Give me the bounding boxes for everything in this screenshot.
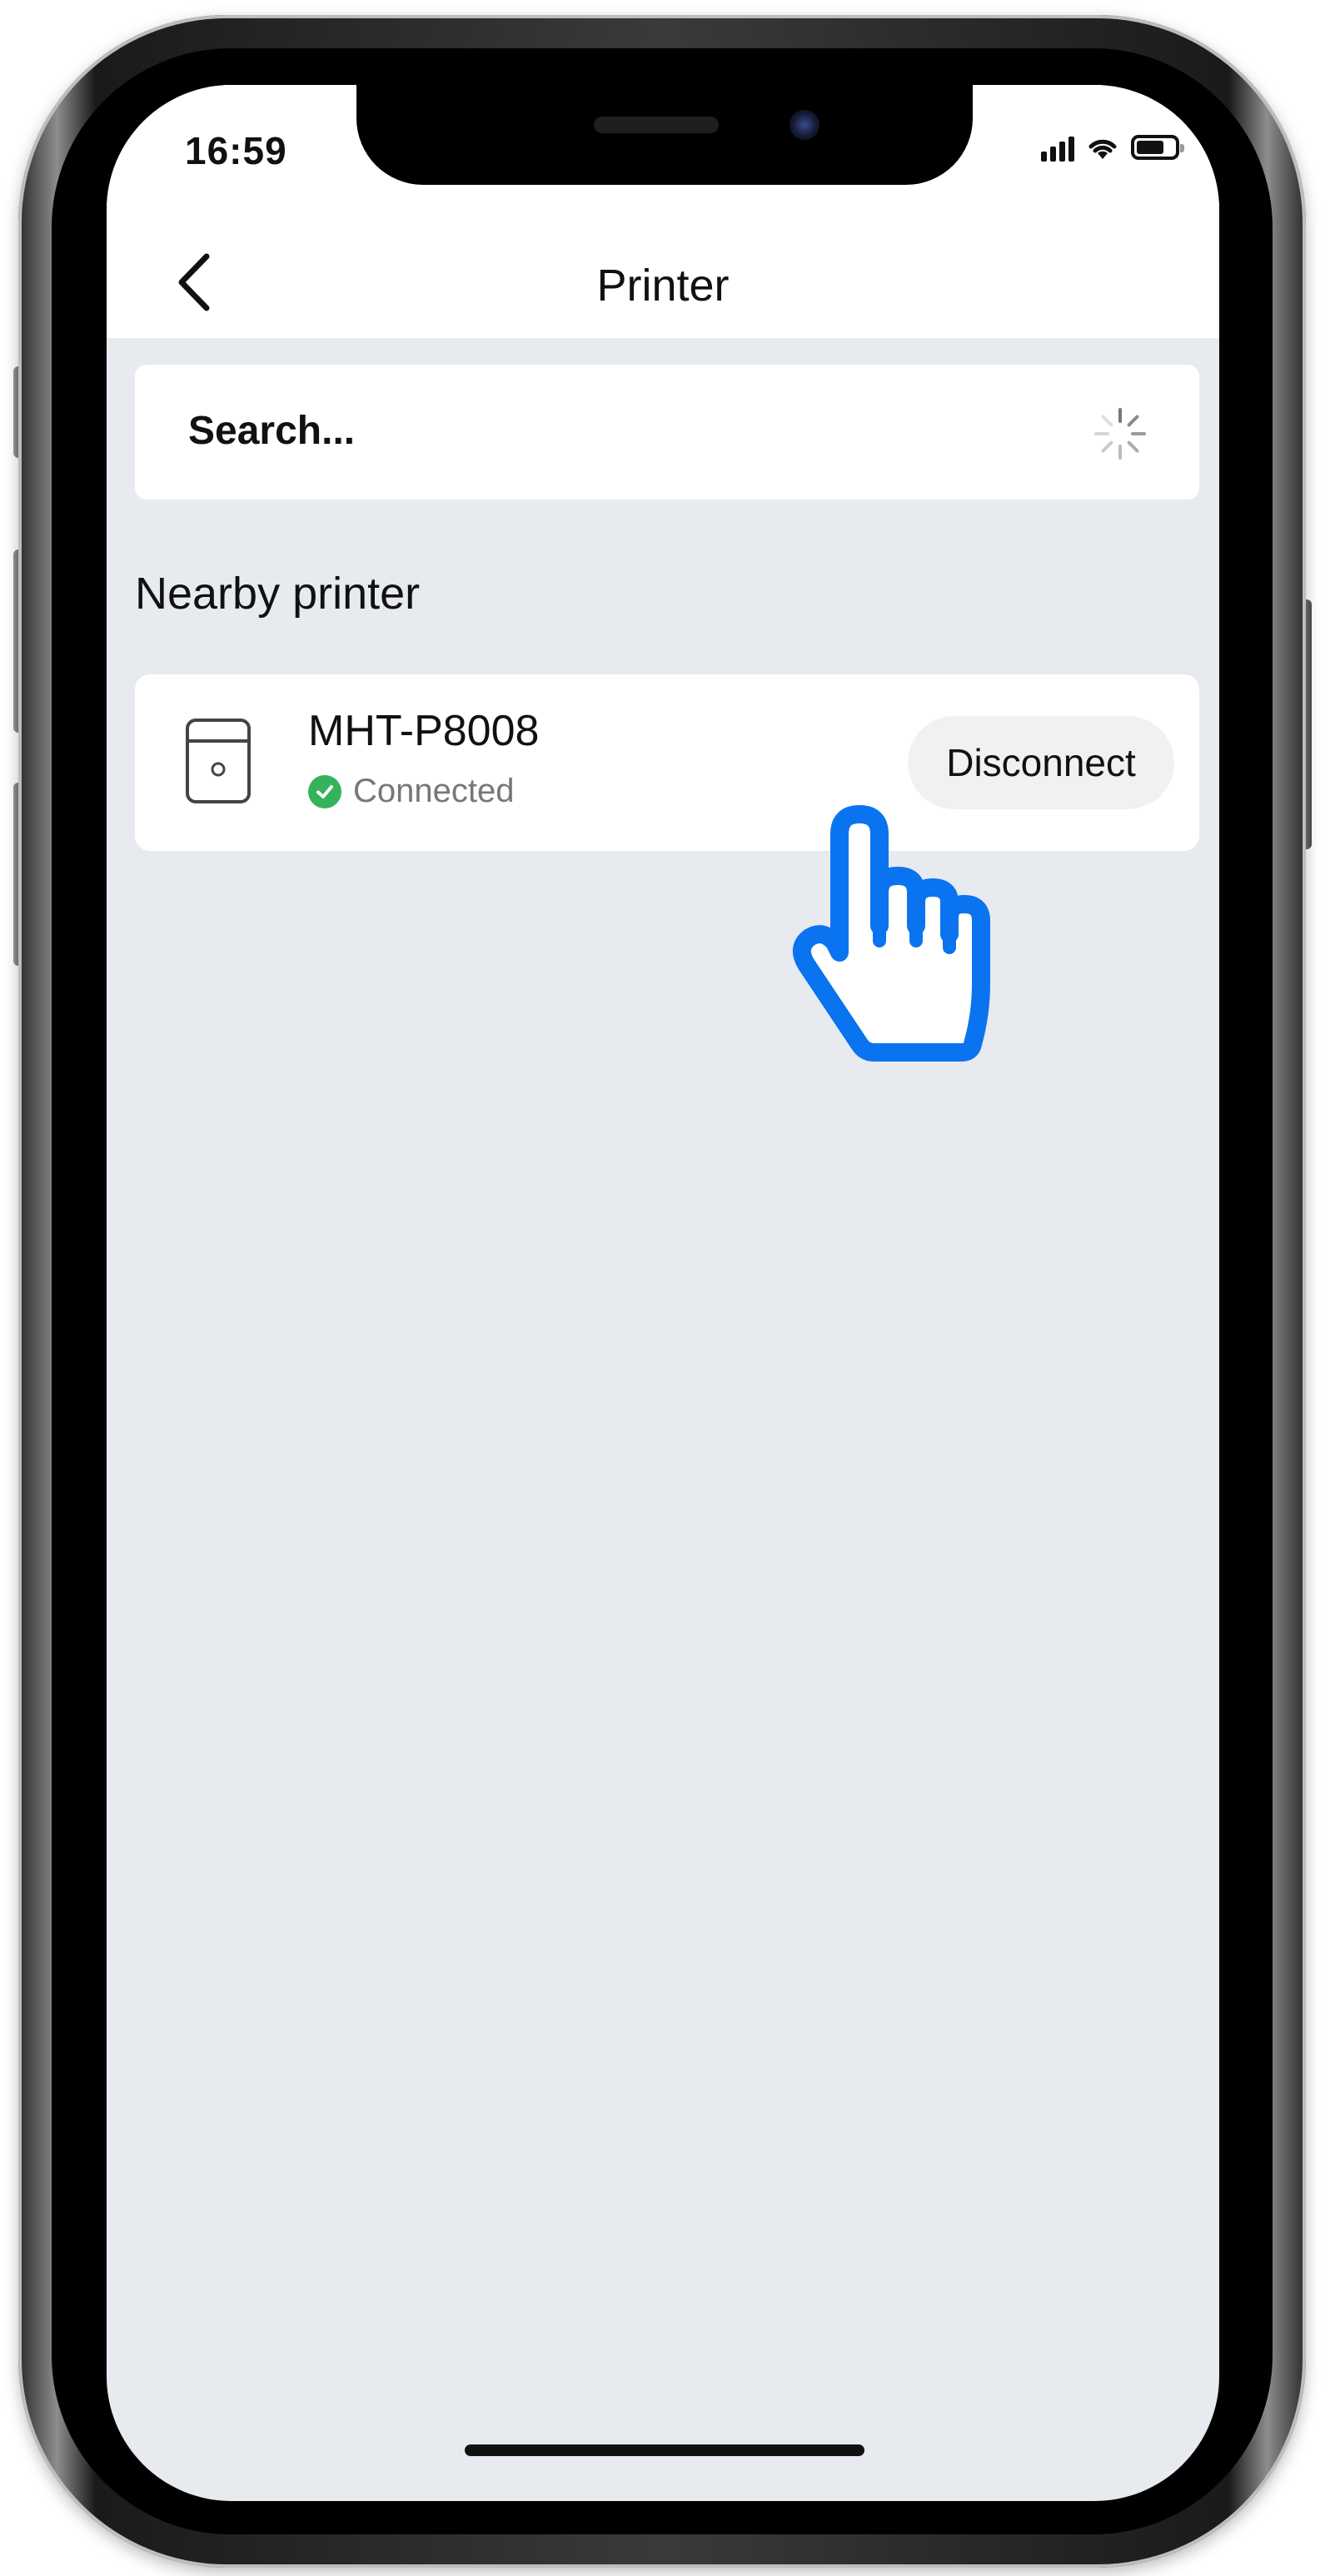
signal-icon	[1041, 133, 1074, 162]
pointing-hand-icon	[792, 805, 990, 1062]
search-status-text: Search...	[188, 409, 356, 453]
phone-screen: 16:59 Printer Search... Nearby printer M…	[107, 85, 1219, 2501]
wifi-icon	[1088, 139, 1117, 159]
camera-notch	[356, 85, 973, 185]
printer-list-item[interactable]: MHT-P8008 Connected Disconnect	[135, 674, 1199, 851]
status-icons	[1041, 133, 1184, 162]
spinner-icon	[1094, 408, 1146, 460]
battery-icon	[1131, 135, 1184, 160]
check-circle-icon	[308, 774, 341, 808]
printer-search-bar[interactable]: Search...	[135, 365, 1199, 500]
printer-icon	[186, 719, 251, 803]
navigation-bar: Printer	[107, 226, 1219, 338]
page-title: Printer	[596, 261, 730, 311]
home-indicator[interactable]	[465, 2444, 864, 2456]
printer-name: MHT-P8008	[308, 707, 540, 755]
status-label: Connected	[353, 773, 515, 809]
front-camera	[790, 110, 819, 140]
app-screenshot: 16:59 Printer Search... Nearby printer M…	[0, 0, 1325, 2576]
status-time: 16:59	[185, 129, 287, 172]
earpiece-speaker	[594, 117, 719, 133]
connection-status: Connected	[308, 773, 514, 810]
section-title-nearby: Nearby printer	[135, 569, 421, 619]
disconnect-button[interactable]: Disconnect	[908, 716, 1174, 809]
